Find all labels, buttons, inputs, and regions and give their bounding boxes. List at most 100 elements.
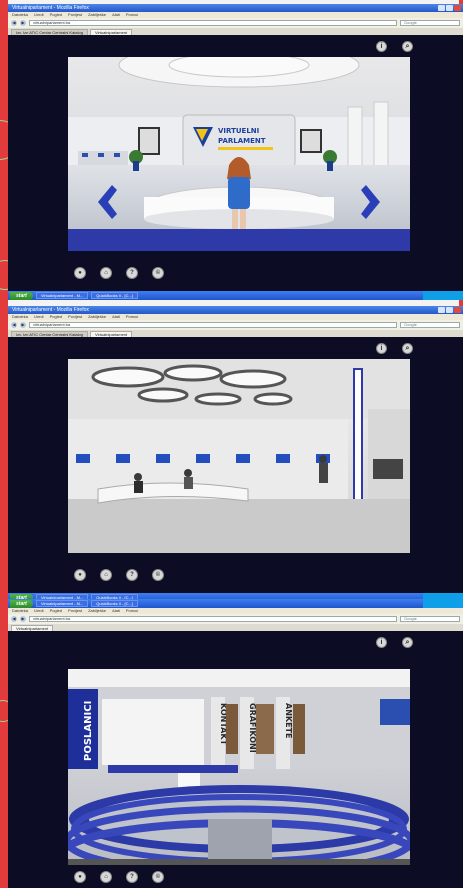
top-controls: i ⌕ [376,343,413,354]
window-title: Virtualniparlament - Mozilla Firefox [12,307,89,313]
screenshot-panel-1: Virtualniparlament - Mozilla Firefox Dat… [8,4,463,300]
help-icon[interactable]: ? [126,871,138,883]
info-icon[interactable]: i [376,637,387,648]
forward-icon[interactable]: ▶ [20,616,26,622]
back-icon[interactable]: ◀ [11,322,17,328]
search-input[interactable]: Google [400,616,460,622]
forward-icon[interactable]: ▶ [20,20,26,26]
banner-grafikoni: GRAFIKONI [248,703,257,753]
tab-bar: Izv. Izn ATIC Centar Centralni Katalog V… [8,330,463,337]
minimize-icon[interactable] [438,307,445,313]
close-icon[interactable] [454,5,461,11]
home-icon[interactable]: ⌂ [100,267,112,279]
url-input[interactable]: virtualniparlament.ba [29,20,397,26]
url-input[interactable]: virtualniparlament.ba [29,616,397,622]
info-icon[interactable]: i [376,41,387,52]
scene-lobby: VIRTUELNI PARLAMENT [68,57,410,251]
menu-item-tools[interactable]: Alati [112,314,120,320]
page: Virtualniparlament - Mozilla Firefox Dat… [0,0,463,888]
parliament-image: POSLANICI KONTAKT GRAFIKONI ANKETE [68,669,410,865]
help-icon[interactable]: ? [126,267,138,279]
menu-item-view[interactable]: Pogled [50,608,62,614]
menu-item-view[interactable]: Pogled [50,314,62,320]
top-controls: i ⌕ [376,637,413,648]
menu-item-history[interactable]: Povijest [68,608,82,614]
tab-bar: Izv. Izn ATIC Centar Centralni Katalog V… [8,28,463,35]
browser-content: i ⌕ [8,337,463,593]
search-icon[interactable]: ⌕ [402,637,413,648]
menu-item-file[interactable]: Datoteka [12,12,28,18]
bottom-controls: ● ⌂ ? © [74,267,164,279]
window-title: Virtualniparlament - Mozilla Firefox [12,5,89,11]
menu-item-view[interactable]: Pogled [50,12,62,18]
scene-parliament-hall: POSLANICI KONTAKT GRAFIKONI ANKETE [68,669,410,865]
taskbar-item-firefox[interactable]: Virtualniparlament - M... [35,600,89,607]
taskbar: start Virtualniparlament - M... QuickBoo… [8,291,463,300]
banner-poslanici: POSLANICI [83,701,94,761]
back-icon[interactable]: ◀ [11,20,17,26]
bottom-controls: ● ⌂ ? © [74,871,164,883]
back-icon[interactable]: ◀ [11,616,17,622]
start-button[interactable]: start [10,599,33,608]
taskbar-item-other[interactable]: QuickBooks II - [C...] [91,292,138,299]
window-titlebar: Virtualniparlament - Mozilla Firefox [8,4,463,12]
menu-item-history[interactable]: Povijest [68,12,82,18]
sign-line1: VIRTUELNI [218,127,259,135]
menu-item-help[interactable]: Pomoć [126,314,138,320]
menu-item-file[interactable]: Datoteka [12,608,28,614]
close-icon[interactable] [454,307,461,313]
menu-item-tools[interactable]: Alati [112,608,120,614]
forward-icon[interactable]: ▶ [20,322,26,328]
search-input[interactable]: Google [400,322,460,328]
system-tray [423,291,463,300]
banner-ankete: ANKETE [284,703,293,738]
menu-item-bookmarks[interactable]: Zabilješke [88,608,106,614]
sign-line2: PARLAMENT [218,137,266,145]
navigation-bar: ◀ ▶ virtualniparlament.ba Google [8,320,463,330]
lobby-image: VIRTUELNI PARLAMENT [68,57,410,251]
help-icon[interactable]: ? [126,569,138,581]
search-icon[interactable]: ⌕ [402,343,413,354]
home-icon[interactable]: ⌂ [100,871,112,883]
maximize-icon[interactable] [446,5,453,11]
hall-image [68,359,410,553]
bottom-controls: ● ⌂ ? © [74,569,164,581]
copyright-icon[interactable]: © [152,871,164,883]
taskbar: start Virtualniparlament - M... QuickBoo… [8,599,463,608]
browser-content: i ⌕ [8,35,463,291]
search-input[interactable]: Google [400,20,460,26]
copyright-icon[interactable]: © [152,569,164,581]
menu-item-help[interactable]: Pomoć [126,12,138,18]
start-button[interactable]: start [10,291,33,300]
maximize-icon[interactable] [446,307,453,313]
menu-item-bookmarks[interactable]: Zabilješke [88,314,106,320]
minimize-icon[interactable] [438,5,445,11]
screenshot-panel-3: Datoteka Uredi Pogled Povijest Zabilješk… [8,608,463,888]
window-titlebar: Virtualniparlament - Mozilla Firefox [8,306,463,314]
taskbar-item-other[interactable]: QuickBooks II - [C...] [91,600,138,607]
tab-bar: Virtualniparlament [8,624,463,631]
browser-content: i ⌕ POSLANICI KONTAKT GRAFIKONI ANKETE ●… [8,631,463,888]
copyright-icon[interactable]: © [152,267,164,279]
menu-item-file[interactable]: Datoteka [12,314,28,320]
system-tray [423,599,463,608]
play-icon[interactable]: ● [74,871,86,883]
menu-item-history[interactable]: Povijest [68,314,82,320]
menu-item-tools[interactable]: Alati [112,12,120,18]
menu-item-edit[interactable]: Uredi [34,12,44,18]
menu-item-bookmarks[interactable]: Zabilješke [88,12,106,18]
url-input[interactable]: virtualniparlament.ba [29,322,397,328]
top-controls: i ⌕ [376,41,413,52]
menu-item-edit[interactable]: Uredi [34,608,44,614]
taskbar-item-firefox[interactable]: Virtualniparlament - M... [35,292,89,299]
scene-hall [68,359,410,553]
navigation-bar: ◀ ▶ virtualniparlament.ba Google [8,18,463,28]
menu-item-help[interactable]: Pomoć [126,608,138,614]
search-icon[interactable]: ⌕ [402,41,413,52]
play-icon[interactable]: ● [74,267,86,279]
info-icon[interactable]: i [376,343,387,354]
home-icon[interactable]: ⌂ [100,569,112,581]
play-icon[interactable]: ● [74,569,86,581]
screenshot-panel-2: Virtualniparlament - Mozilla Firefox Dat… [8,306,463,602]
menu-item-edit[interactable]: Uredi [34,314,44,320]
